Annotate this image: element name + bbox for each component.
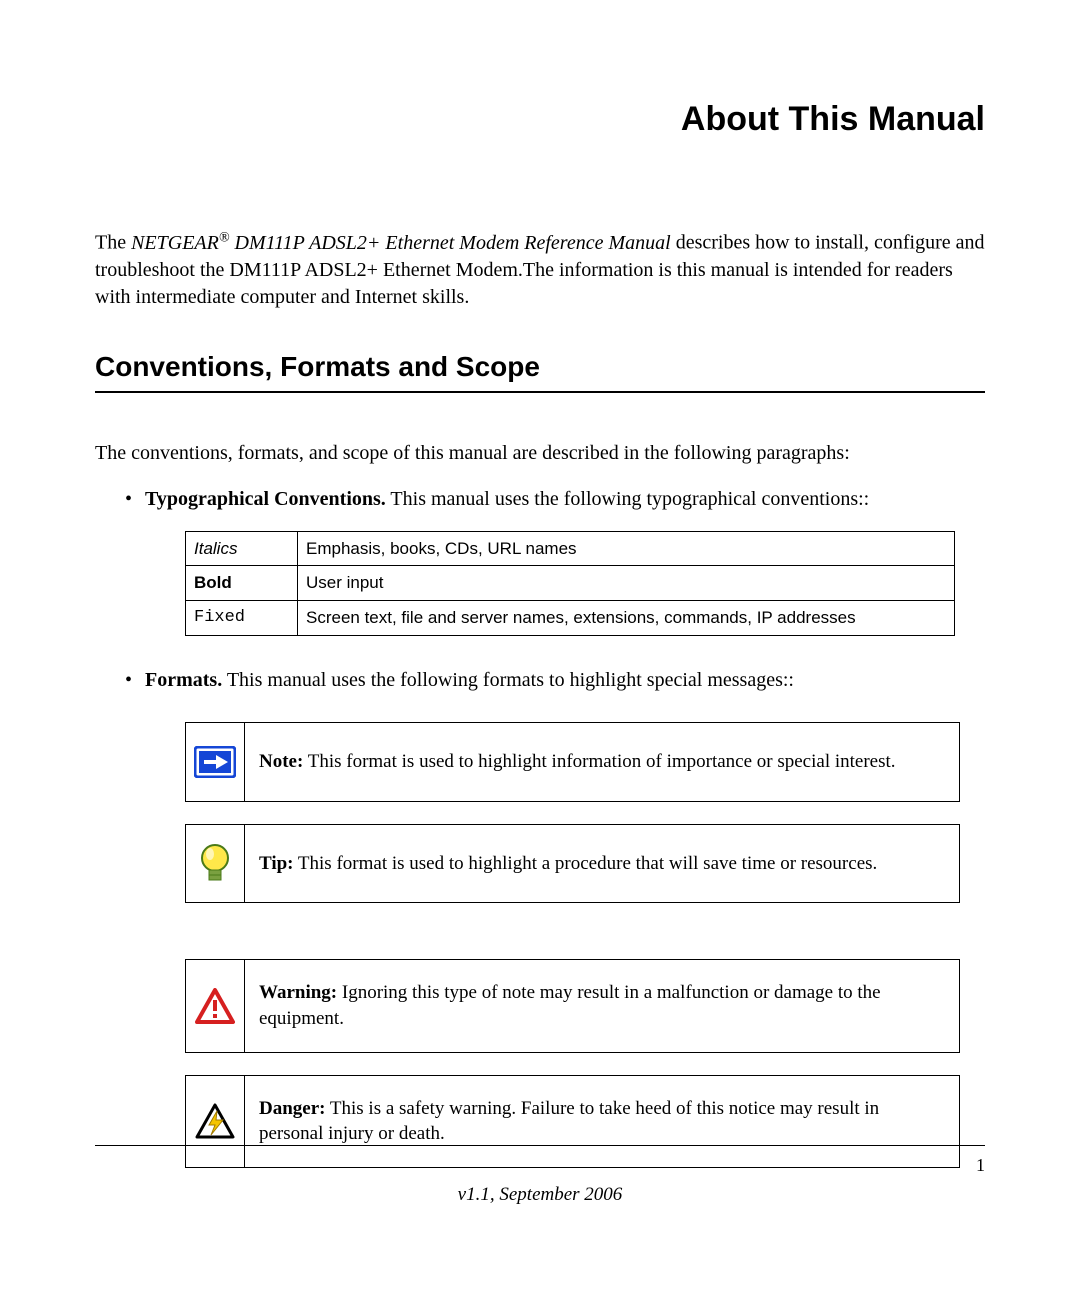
conventions-table: Italics Emphasis, books, CDs, URL names …: [185, 531, 955, 636]
note-callout: Note: This format is used to highlight i…: [185, 722, 960, 802]
section-heading: Conventions, Formats and Scope: [95, 351, 985, 393]
conv-desc-italics: Emphasis, books, CDs, URL names: [298, 531, 955, 566]
version-footer: v1.1, September 2006: [0, 1184, 1080, 1206]
lightbulb-icon: [197, 842, 233, 886]
bullet-formats: Formats. This manual uses the following …: [125, 666, 985, 1168]
intro-manual-rest: DM111P ADSL2+ Ethernet Modem Reference M…: [230, 232, 671, 254]
bullet-list: Typographical Conventions. This manual u…: [95, 485, 985, 1168]
section-intro: The conventions, formats, and scope of t…: [95, 439, 985, 467]
warning-text: Ignoring this type of note may result in…: [259, 982, 881, 1029]
bullet-formats-label: Formats.: [145, 669, 222, 691]
bullet-typographical: Typographical Conventions. This manual u…: [125, 485, 985, 636]
conv-label-bold: Bold: [186, 566, 298, 601]
conv-desc-fixed: Screen text, file and server names, exte…: [298, 601, 955, 636]
warning-label: Warning:: [259, 982, 337, 1003]
conv-label-fixed: Fixed: [186, 601, 298, 636]
warning-triangle-icon: [195, 988, 235, 1024]
table-row: Italics Emphasis, books, CDs, URL names: [186, 531, 955, 566]
conv-desc-bold: User input: [298, 566, 955, 601]
danger-text: This is a safety warning. Failure to tak…: [259, 1098, 879, 1145]
table-row: Fixed Screen text, file and server names…: [186, 601, 955, 636]
conv-label-italics: Italics: [186, 531, 298, 566]
danger-icon-cell: [185, 1075, 245, 1168]
registered-symbol: ®: [219, 230, 230, 245]
warning-callout: Warning: Ignoring this type of note may …: [185, 959, 960, 1052]
document-page: About This Manual The NETGEAR® DM111P AD…: [0, 0, 1080, 1296]
arrow-right-icon: [194, 746, 236, 778]
page-title: About This Manual: [95, 100, 985, 139]
note-icon-cell: [185, 722, 245, 802]
bullet-typo-text: This manual uses the following typograph…: [386, 488, 869, 510]
table-row: Bold User input: [186, 566, 955, 601]
tip-text-cell: Tip: This format is used to highlight a …: [245, 824, 960, 904]
note-text-cell: Note: This format is used to highlight i…: [245, 722, 960, 802]
intro-paragraph: The NETGEAR® DM111P ADSL2+ Ethernet Mode…: [95, 229, 985, 311]
danger-callout: Danger: This is a safety warning. Failur…: [185, 1075, 960, 1168]
intro-prefix: The: [95, 232, 131, 254]
warning-icon-cell: [185, 959, 245, 1052]
bullet-typo-label: Typographical Conventions.: [145, 488, 386, 510]
intro-manual-name: NETGEAR: [131, 232, 219, 254]
tip-callout: Tip: This format is used to highlight a …: [185, 824, 960, 904]
danger-label: Danger:: [259, 1098, 325, 1119]
danger-bolt-icon: [195, 1103, 235, 1139]
footer-rule: [95, 1145, 985, 1146]
tip-text: This format is used to highlight a proce…: [294, 853, 878, 874]
tip-icon-cell: [185, 824, 245, 904]
note-label: Note:: [259, 751, 303, 772]
page-number: 1: [976, 1155, 985, 1176]
bullet-formats-text: This manual uses the following formats t…: [222, 669, 794, 691]
warning-text-cell: Warning: Ignoring this type of note may …: [245, 959, 960, 1052]
danger-text-cell: Danger: This is a safety warning. Failur…: [245, 1075, 960, 1168]
tip-label: Tip:: [259, 853, 294, 874]
note-text: This format is used to highlight informa…: [303, 751, 895, 772]
